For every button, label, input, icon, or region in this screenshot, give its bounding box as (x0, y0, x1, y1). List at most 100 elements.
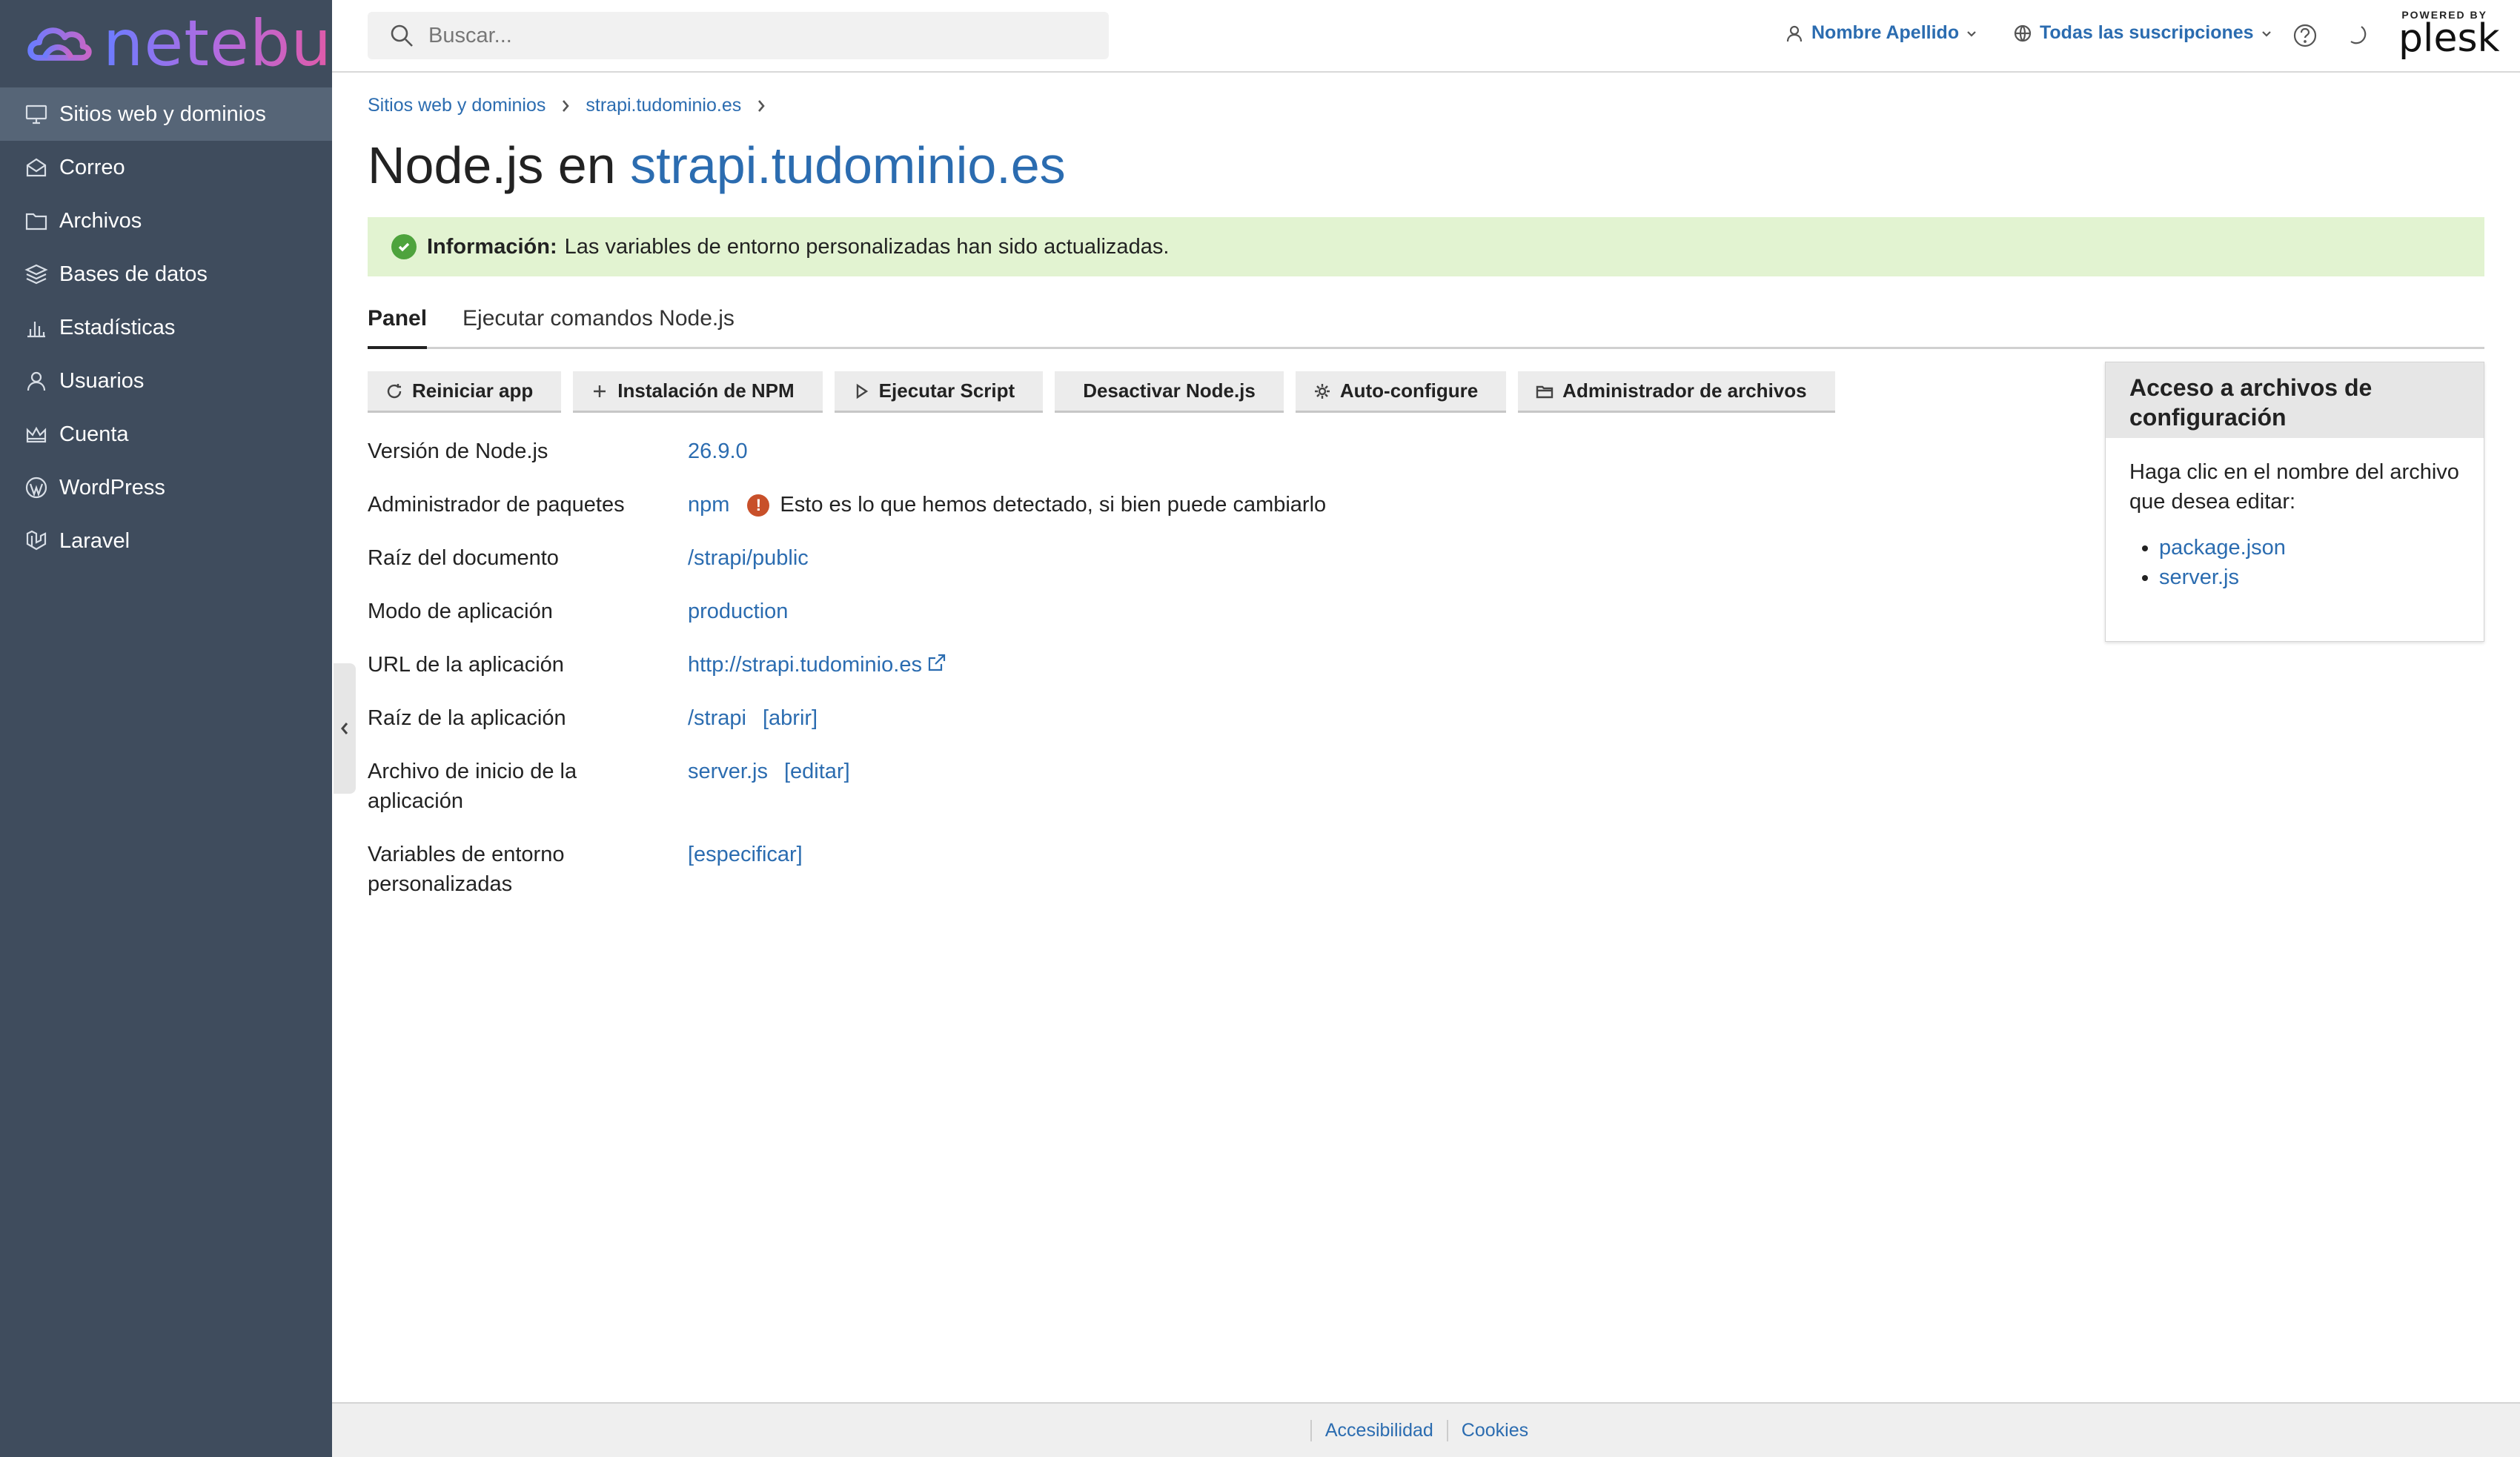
dark-mode-toggle[interactable] (2345, 22, 2372, 49)
package-manager-link[interactable]: npm (688, 490, 729, 520)
mail-icon (24, 155, 49, 180)
app-root-link[interactable]: /strapi (688, 703, 746, 733)
sidebar-collapse-button[interactable] (334, 663, 356, 794)
prop-label: Modo de aplicación (368, 600, 553, 623)
sidebar-item-label: WordPress (59, 475, 165, 500)
brand-logo[interactable]: netebu (0, 0, 332, 87)
accessibility-link[interactable]: Accesibilidad (1310, 1419, 1447, 1441)
tab-panel[interactable]: Panel (368, 306, 428, 349)
plus-icon (594, 385, 606, 397)
sidebar: netebu Sitios web y dominios Correo Arch… (0, 0, 332, 1457)
config-file-server-js[interactable]: server.js (2159, 562, 2460, 592)
info-alert: Información: Las variables de entorno pe… (368, 217, 2484, 276)
subscriptions-menu[interactable]: Todas las suscripciones (2013, 22, 2273, 44)
chevron-left-icon (341, 723, 348, 734)
config-file-package-json[interactable]: package.json (2159, 533, 2460, 562)
prop-app-root: Raíz de la aplicación /strapi [abrir] (368, 691, 1479, 745)
app-mode-link[interactable]: production (688, 597, 788, 626)
app-url-link[interactable]: http://strapi.tudominio.es (688, 650, 922, 680)
specify-env-vars-link[interactable]: [especificar] (688, 840, 803, 869)
package-manager-note: Esto es lo que hemos detectado, si bien … (780, 493, 1327, 517)
prop-startup-file: Archivo de inicio de la aplicación serve… (368, 745, 1479, 828)
sidebar-item-label: Estadísticas (59, 315, 176, 339)
user-name: Nombre Apellido (1811, 22, 1960, 43)
prop-env-vars: Variables de entorno personalizadas [esp… (368, 828, 1479, 911)
plesk-logo: POWERED BY plesk (2398, 9, 2500, 58)
sidebar-item-websites[interactable]: Sitios web y dominios (0, 87, 332, 141)
run-script-label: Ejecutar Script (878, 379, 1015, 402)
play-icon (856, 383, 868, 399)
sidebar-item-files[interactable]: Archivos (0, 194, 332, 248)
moon-icon (2350, 26, 2367, 44)
sidebar-item-statistics[interactable]: Estadísticas (0, 301, 332, 354)
disable-nodejs-button[interactable]: Desactivar Node.js (1055, 371, 1284, 413)
sidebar-item-label: Usuarios (59, 368, 145, 393)
chevron-down-icon (1967, 30, 1976, 37)
laravel-icon (24, 528, 49, 554)
help-button[interactable] (2292, 22, 2318, 49)
page-title-prefix: Node.js en (368, 136, 616, 194)
sidebar-item-account[interactable]: Cuenta (0, 408, 332, 461)
npm-install-button[interactable]: Instalación de NPM (573, 371, 823, 413)
refresh-icon (387, 383, 402, 398)
sidebar-item-label: Correo (59, 155, 125, 179)
wordpress-icon (24, 475, 49, 500)
startup-file-link[interactable]: server.js (688, 757, 768, 786)
file-manager-button[interactable]: Administrador de archivos (1518, 371, 1835, 413)
prop-app-url: URL de la aplicación http://strapi.tudom… (368, 638, 1479, 691)
sidebar-item-laravel[interactable]: Laravel (0, 514, 332, 568)
cookies-link[interactable]: Cookies (1446, 1419, 1542, 1441)
sidebar-item-users[interactable]: Usuarios (0, 354, 332, 408)
crown-icon (24, 422, 49, 447)
open-link[interactable]: [abrir] (763, 703, 818, 733)
page-title: Node.js en strapi.tudominio.es (368, 136, 2484, 195)
document-root-link[interactable]: /strapi/public (688, 543, 809, 573)
search-box[interactable] (368, 12, 1109, 59)
prop-document-root: Raíz del documento /strapi/public (368, 531, 1479, 585)
user-icon (24, 368, 49, 394)
edit-link[interactable]: [editar] (784, 757, 850, 786)
auto-configure-button[interactable]: Auto-configure (1295, 371, 1507, 413)
breadcrumb-domain[interactable]: strapi.tudominio.es (586, 95, 741, 116)
prop-label: Raíz de la aplicación (368, 706, 566, 730)
config-files-panel-title: Acceso a archivos de configuración (2106, 362, 2484, 438)
brand-name: netebu (102, 7, 332, 81)
sidebar-item-wordpress[interactable]: WordPress (0, 461, 332, 514)
folder-open-icon (1536, 385, 1554, 398)
prop-package-manager: Administrador de paquetes npm ! Esto es … (368, 478, 1479, 531)
search-icon (391, 24, 413, 47)
footer: Accesibilidad Cookies (332, 1402, 2520, 1457)
prop-node-version: Versión de Node.js 26.9.0 (368, 425, 1479, 478)
prop-app-mode: Modo de aplicación production (368, 585, 1479, 638)
sidebar-item-mail[interactable]: Correo (0, 141, 332, 194)
sidebar-item-databases[interactable]: Bases de datos (0, 248, 332, 301)
check-circle-icon (391, 234, 417, 259)
folder-icon (24, 208, 49, 233)
properties-list: Versión de Node.js 26.9.0 Administrador … (368, 425, 1479, 911)
warning-icon: ! (747, 494, 770, 517)
search-input[interactable] (428, 23, 1081, 48)
tab-run-commands[interactable]: Ejecutar comandos Node.js (462, 306, 735, 347)
alert-title: Información: (427, 234, 557, 259)
chevron-right-icon (756, 98, 766, 114)
cloud-logo-icon (27, 27, 92, 61)
tabs: Panel Ejecutar comandos Node.js (368, 306, 2484, 349)
stats-icon (24, 315, 49, 340)
chevron-right-icon (560, 98, 571, 114)
config-files-panel: Acceso a archivos de configuración Haga … (2105, 362, 2484, 642)
monitor-icon (24, 102, 49, 127)
page-title-domain-link[interactable]: strapi.tudominio.es (630, 136, 1066, 194)
alert-message: Las variables de entorno personalizadas … (564, 234, 1170, 259)
node-version-link[interactable]: 26.9.0 (688, 437, 748, 466)
restart-app-button[interactable]: Reiniciar app (368, 371, 562, 413)
prop-label: Variables de entorno personalizadas (368, 843, 565, 896)
prop-label: Administrador de paquetes (368, 493, 625, 517)
prop-label: URL de la aplicación (368, 653, 564, 677)
prop-label: Raíz del documento (368, 546, 559, 570)
user-menu[interactable]: Nombre Apellido (1785, 22, 1978, 44)
auto-configure-label: Auto-configure (1339, 379, 1479, 402)
config-files-list: package.json server.js (2129, 533, 2460, 592)
external-link-icon (926, 651, 947, 672)
breadcrumb-websites[interactable]: Sitios web y dominios (368, 95, 546, 116)
run-script-button[interactable]: Ejecutar Script (834, 371, 1044, 413)
